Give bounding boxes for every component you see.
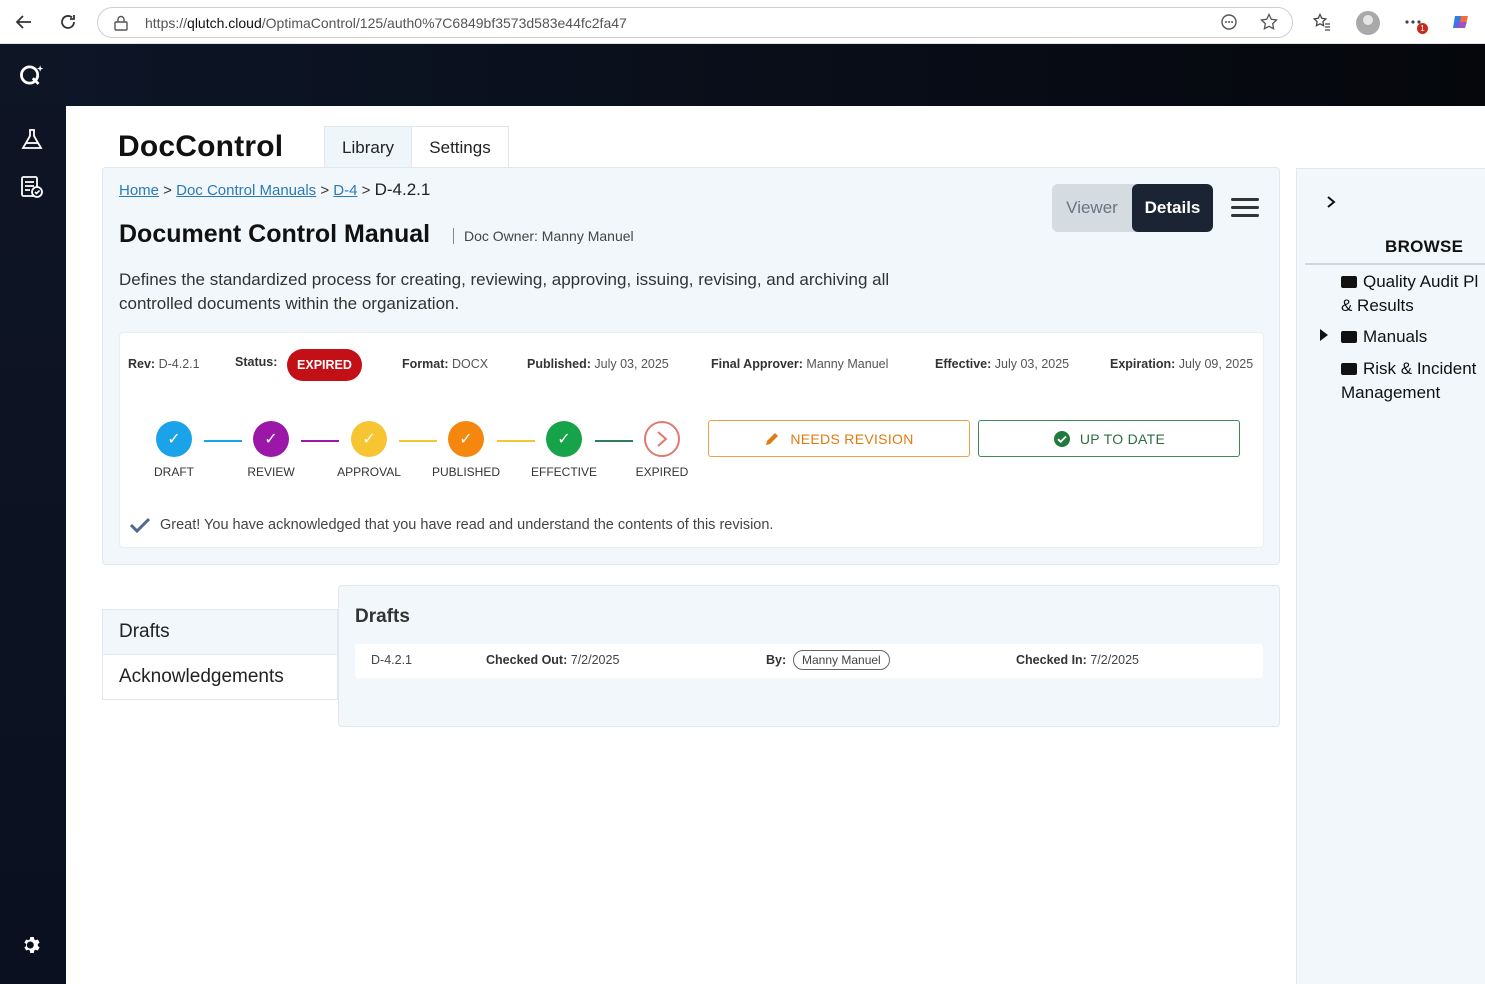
check-circle-icon — [1053, 430, 1070, 447]
stage-effective-check-icon: ✓ — [546, 421, 582, 457]
favorite-star-icon[interactable] — [1258, 11, 1280, 33]
folder-icon — [1341, 276, 1357, 288]
details-toggle-button[interactable]: Details — [1132, 184, 1213, 232]
pencil-icon — [766, 432, 779, 445]
stage-connector — [399, 440, 437, 442]
document-owner: Doc Owner: Manny Manuel — [453, 228, 634, 244]
app-header-bar — [66, 44, 1485, 106]
qlutch-logo-icon[interactable] — [19, 62, 45, 88]
breadcrumb-home-link[interactable]: Home — [119, 182, 159, 199]
stage-label-published: PUBLISHED — [431, 465, 501, 479]
tree-item-manuals[interactable]: Manuals — [1341, 325, 1427, 349]
tab-library[interactable]: Library — [324, 126, 412, 168]
collapse-chevron-icon[interactable] — [1325, 193, 1337, 214]
reload-icon[interactable] — [56, 10, 80, 34]
profile-avatar[interactable] — [1356, 11, 1380, 35]
breadcrumb-manuals-link[interactable]: Doc Control Manuals — [176, 182, 316, 199]
draft-by-label: By: — [766, 653, 787, 667]
back-icon[interactable] — [12, 10, 36, 34]
stage-label-draft: DRAFT — [154, 465, 194, 479]
main-content: DocControl Library Settings Home > Doc C… — [66, 106, 1485, 984]
viewer-toggle-button[interactable]: Viewer — [1052, 184, 1132, 232]
meta-expiration: Expiration: July 09, 2025 — [1110, 357, 1254, 371]
view-toggle: Viewer Details — [1052, 184, 1213, 232]
draft-checked-in: Checked In: 7/2/2025 — [1016, 653, 1140, 667]
breadcrumb-section-link[interactable]: D-4 — [333, 182, 357, 199]
document-description: Defines the standardized process for cre… — [119, 270, 890, 313]
favorites-icon[interactable] — [1311, 11, 1333, 33]
up-to-date-button[interactable]: UP TO DATE — [978, 420, 1240, 457]
stage-connector — [595, 440, 633, 442]
breadcrumb: Home > Doc Control Manuals > D-4 > D-4.2… — [119, 180, 431, 199]
stage-connector — [204, 440, 242, 442]
browse-divider — [1305, 263, 1485, 265]
draft-rev: D-4.2.1 — [371, 653, 412, 667]
meta-format: Format: DOCX — [402, 357, 489, 371]
stage-expired-chevron-icon — [644, 421, 680, 457]
flask-icon[interactable] — [19, 126, 45, 152]
acknowledged-check-icon — [129, 517, 151, 538]
document-status-panel: Rev: D-4.2.1 Status: EXPIRED Format: DOC… — [119, 332, 1264, 548]
lock-icon — [114, 15, 128, 31]
tab-acknowledgements[interactable]: Acknowledgements — [102, 654, 338, 700]
stage-published-check-icon: ✓ — [448, 421, 484, 457]
app-title: DocControl — [118, 130, 284, 163]
meta-status-label: Status: — [235, 355, 278, 369]
browser-toolbar: https://qlutch.cloud/OptimaControl/125/a… — [0, 0, 1485, 44]
stage-label-expired: EXPIRED — [635, 465, 689, 479]
stage-approval-check-icon: ✓ — [351, 421, 387, 457]
address-bar[interactable]: https://qlutch.cloud/OptimaControl/125/a… — [97, 7, 1293, 38]
stage-review-check-icon: ✓ — [253, 421, 289, 457]
stage-draft-check-icon: ✓ — [156, 421, 192, 457]
reader-icon[interactable] — [1218, 11, 1240, 33]
tab-drafts[interactable]: Drafts — [102, 609, 338, 655]
copilot-icon[interactable] — [1450, 11, 1472, 33]
meta-rev: Rev: D-4.2.1 — [128, 357, 200, 371]
document-title: Document Control Manual — [119, 220, 431, 248]
needs-revision-button[interactable]: NEEDS REVISION — [708, 420, 970, 457]
url-text: https://qlutch.cloud/OptimaControl/125/a… — [145, 15, 627, 31]
settings-gear-icon[interactable] — [19, 932, 45, 958]
acknowledgement-message: Great! You have acknowledged that you ha… — [160, 517, 774, 533]
meta-final-approver: Final Approver: Manny Manuel — [711, 357, 889, 371]
menu-icon[interactable] — [1231, 198, 1259, 220]
stage-connector — [301, 440, 339, 442]
stage-label-review: REVIEW — [247, 465, 295, 479]
browse-title: BROWSE — [1385, 237, 1464, 256]
tab-settings[interactable]: Settings — [411, 126, 509, 168]
browse-panel: BROWSE Quality Audit Pl & Results Manuals… — [1296, 168, 1485, 984]
expand-arrow-icon[interactable] — [1319, 328, 1329, 345]
meta-published: Published: July 03, 2025 — [527, 357, 669, 371]
folder-icon — [1341, 363, 1357, 375]
stage-label-approval: APPROVAL — [337, 465, 401, 479]
stage-label-effective: EFFECTIVE — [530, 465, 597, 479]
tree-item-risk-incident[interactable]: Risk & Incident Management — [1341, 357, 1476, 405]
app-sidebar — [0, 44, 66, 984]
needs-revision-label: NEEDS REVISION — [790, 430, 914, 447]
tree-item-quality-audit[interactable]: Quality Audit Pl & Results — [1341, 270, 1478, 318]
notification-badge: 1 — [1417, 23, 1428, 34]
user-chip[interactable]: Manny Manuel — [793, 650, 890, 670]
draft-checked-out: Checked Out: 7/2/2025 — [486, 653, 620, 667]
stage-connector — [497, 440, 535, 442]
up-to-date-label: UP TO DATE — [1079, 430, 1166, 447]
table-row[interactable]: D-4.2.1 Checked Out: 7/2/2025 By: Manny … — [355, 644, 1263, 678]
drafts-panel: Drafts D-4.2.1 Checked Out: 7/2/2025 By:… — [338, 585, 1280, 727]
folder-icon — [1341, 331, 1357, 343]
drafts-title: Drafts — [355, 606, 410, 627]
document-details-card: Home > Doc Control Manuals > D-4 > D-4.2… — [102, 167, 1280, 565]
breadcrumb-current: D-4.2.1 — [374, 180, 431, 199]
meta-effective: Effective: July 03, 2025 — [935, 357, 1070, 371]
status-badge: EXPIRED — [287, 349, 362, 381]
document-check-icon[interactable] — [19, 174, 45, 200]
